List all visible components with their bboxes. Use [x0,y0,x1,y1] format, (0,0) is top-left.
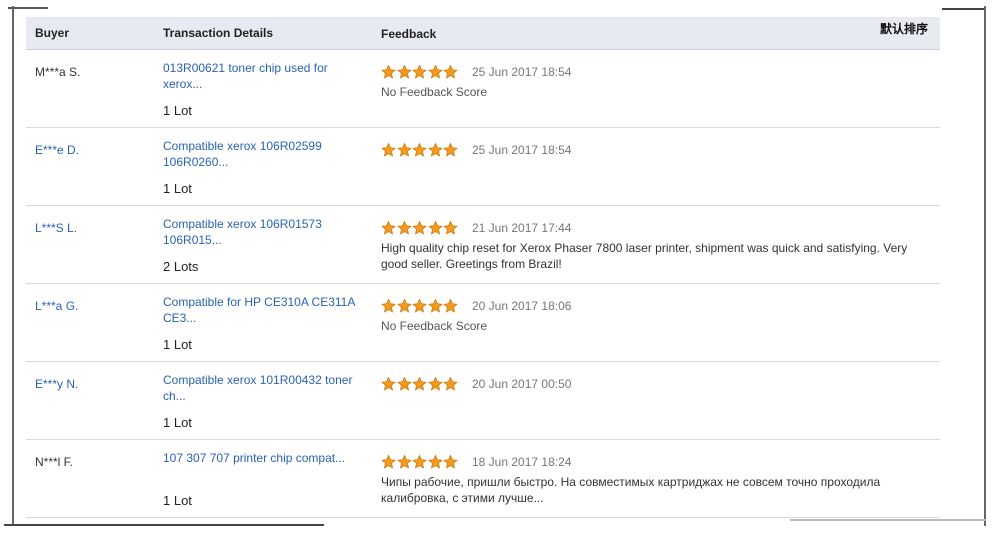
feedback-date: 25 Jun 2017 18:54 [472,65,572,79]
table-row: N***l F. 107 307 707 printer chip compat… [26,440,940,518]
star-icon [412,220,427,235]
table-row: E***y N. Compatible xerox 101R00432 tone… [26,362,940,440]
transaction-link[interactable]: Compatible xerox 106R02599 106R0260... [163,138,368,170]
buyer-name[interactable]: E***e D. [35,143,79,157]
quantity: 1 Lot [163,337,192,352]
star-icon [412,142,427,157]
feedback-date: 20 Jun 2017 00:50 [472,377,572,391]
quantity: 1 Lot [163,103,192,118]
star-rating [381,298,459,314]
star-rating [381,142,459,158]
feedback-date: 21 Jun 2017 17:44 [472,221,572,235]
transaction-link[interactable]: Compatible xerox 106R01573 106R015... [163,216,368,248]
star-icon [443,454,458,469]
table-header: Buyer Transaction Details Feedback 默认排序 [26,17,940,50]
star-icon [443,64,458,79]
star-icon [381,64,396,79]
star-rating [381,376,459,392]
transaction-link[interactable]: Compatible xerox 101R00432 toner ch... [163,372,368,404]
star-icon [427,64,443,79]
frame-line [12,6,14,524]
star-icon [396,220,412,235]
star-icon [427,454,443,469]
buyer-name[interactable]: L***a G. [35,299,78,313]
feedback-comment: High quality chip reset for Xerox Phaser… [381,241,908,271]
feedback-table: Buyer Transaction Details Feedback 默认排序 … [26,17,940,518]
feedback-comment: Чипы рабочие, пришли быстро. На совмести… [381,475,881,505]
star-icon [412,376,427,391]
quantity: 1 Lot [163,415,192,430]
feedback-date: 18 Jun 2017 18:24 [472,455,572,469]
default-sort-link[interactable]: 默认排序 [880,20,928,37]
buyer-name[interactable]: L***S L. [35,221,77,235]
star-icon [427,220,443,235]
table-row: M***a S. 013R00621 toner chip used for x… [26,50,940,128]
header-transaction-details: Transaction Details [163,26,274,40]
feedback-comment: No Feedback Score [381,85,488,99]
star-icon [396,376,412,391]
buyer-name: N***l F. [35,455,74,469]
transaction-link[interactable]: 107 307 707 printer chip compat... [163,450,368,466]
star-icon [381,220,396,235]
star-rating [381,454,459,470]
star-icon [443,376,458,391]
star-icon [412,454,427,469]
star-icon [396,142,412,157]
frame-line [942,8,986,10]
star-icon [381,376,396,391]
table-row: L***S L. Compatible xerox 106R01573 106R… [26,206,940,284]
frame-line [790,519,986,521]
header-feedback: Feedback [381,27,437,41]
frame-line [4,524,324,526]
star-icon [381,454,396,469]
table-row: E***e D. Compatible xerox 106R02599 106R… [26,128,940,206]
quantity: 2 Lots [163,259,199,274]
star-icon [427,376,443,391]
header-buyer: Buyer [35,26,70,40]
feedback-rows: M***a S. 013R00621 toner chip used for x… [26,50,940,518]
star-rating [381,220,459,236]
star-icon [443,298,458,313]
feedback-date: 20 Jun 2017 18:06 [472,299,572,313]
star-icon [412,298,427,313]
frame-line [984,6,986,526]
feedback-date: 25 Jun 2017 18:54 [472,143,572,157]
quantity: 1 Lot [163,493,192,508]
star-icon [381,142,396,157]
frame-line [8,7,48,9]
buyer-name: M***a S. [35,65,81,79]
star-icon [381,298,396,313]
buyer-name[interactable]: E***y N. [35,377,78,391]
star-icon [396,64,412,79]
star-icon [412,64,427,79]
transaction-link[interactable]: Compatible for HP CE310A CE311A CE3... [163,294,368,326]
quantity: 1 Lot [163,181,192,196]
star-icon [396,298,412,313]
star-icon [427,142,443,157]
star-icon [443,220,458,235]
feedback-comment: No Feedback Score [381,319,488,333]
transaction-link[interactable]: 013R00621 toner chip used for xerox... [163,60,368,92]
star-icon [427,298,443,313]
table-row: L***a G. Compatible for HP CE310A CE311A… [26,284,940,362]
star-icon [396,454,412,469]
star-icon [443,142,458,157]
star-rating [381,64,459,80]
